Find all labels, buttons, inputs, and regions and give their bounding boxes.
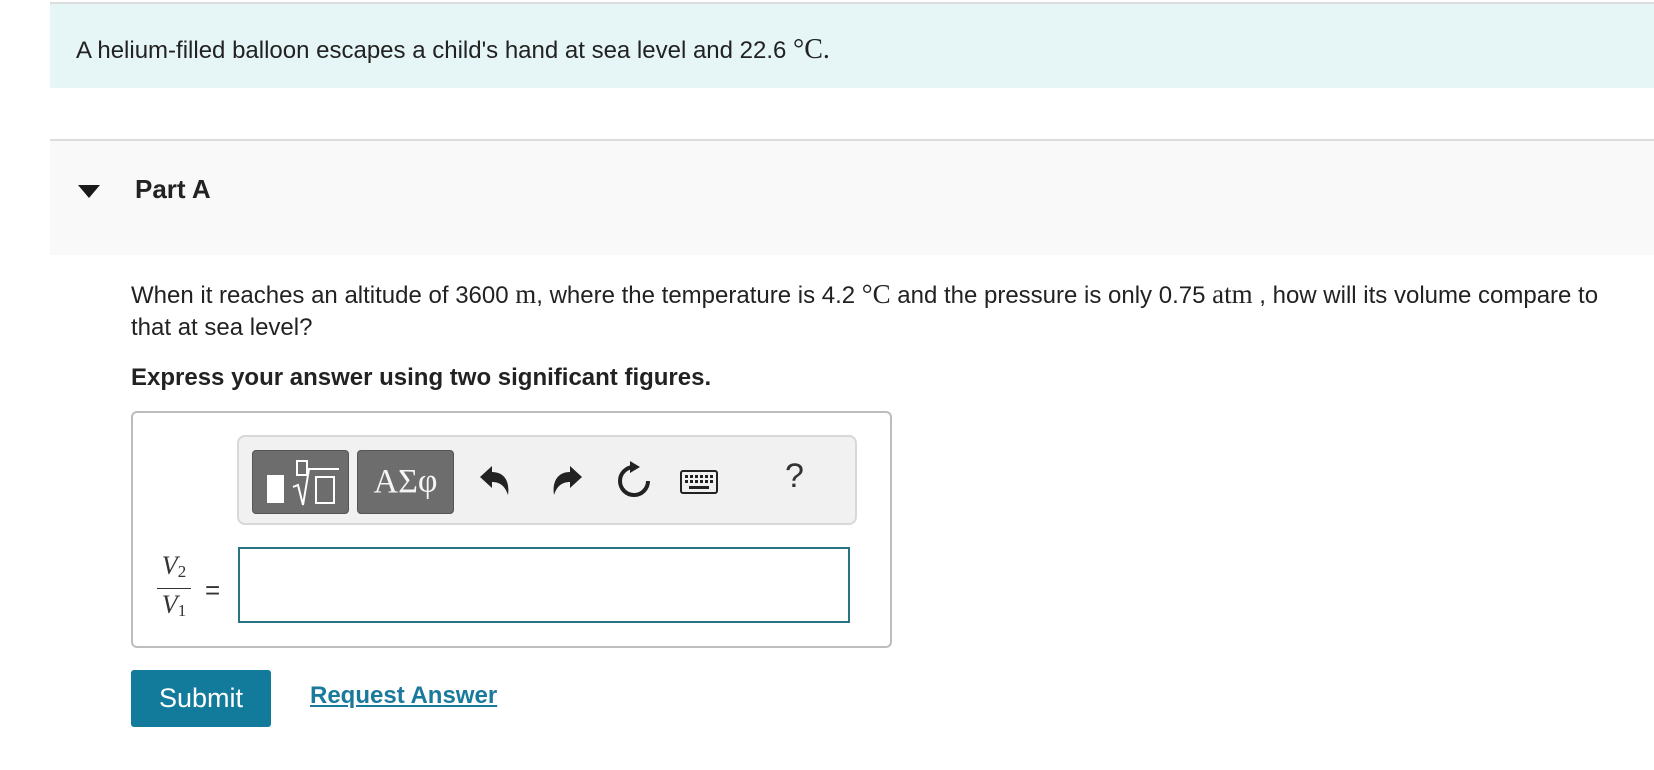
greek-label: ΑΣφ xyxy=(373,463,438,500)
help-button[interactable]: ? xyxy=(785,457,804,496)
keyboard-icon xyxy=(680,470,718,494)
undo-button[interactable] xyxy=(474,459,518,503)
intro-text: A helium-filled balloon escapes a child'… xyxy=(76,34,830,65)
equals-sign: = xyxy=(205,575,221,605)
part-title: Part A xyxy=(135,174,211,204)
collapse-caret-icon[interactable] xyxy=(78,185,100,198)
ratio-label: V2 V1 xyxy=(157,551,191,626)
math-toolbar: ΑΣφ ? xyxy=(237,435,857,525)
reset-button[interactable] xyxy=(612,459,656,503)
submit-button[interactable]: Submit xyxy=(131,670,271,727)
templates-button[interactable] xyxy=(252,450,349,514)
problem-intro: A helium-filled balloon escapes a child'… xyxy=(50,2,1654,88)
request-answer-link[interactable]: Request Answer xyxy=(310,682,497,710)
answer-input[interactable] xyxy=(238,547,850,623)
redo-button[interactable] xyxy=(544,459,588,503)
reset-icon xyxy=(618,461,650,497)
intro-unit: °C xyxy=(793,34,823,65)
keyboard-button[interactable] xyxy=(679,459,719,503)
undo-icon xyxy=(480,466,509,495)
part-a-header[interactable]: Part A xyxy=(50,139,1654,255)
answer-panel: ΑΣφ ? V2 V1 = xyxy=(131,411,892,648)
answer-instruction: Express your answer using two significan… xyxy=(131,364,712,391)
greek-symbols-button[interactable]: ΑΣφ xyxy=(357,450,454,514)
question-text: When it reaches an altitude of 3600 m, w… xyxy=(131,279,1599,341)
redo-icon xyxy=(553,466,582,495)
templates-icon xyxy=(267,460,339,506)
